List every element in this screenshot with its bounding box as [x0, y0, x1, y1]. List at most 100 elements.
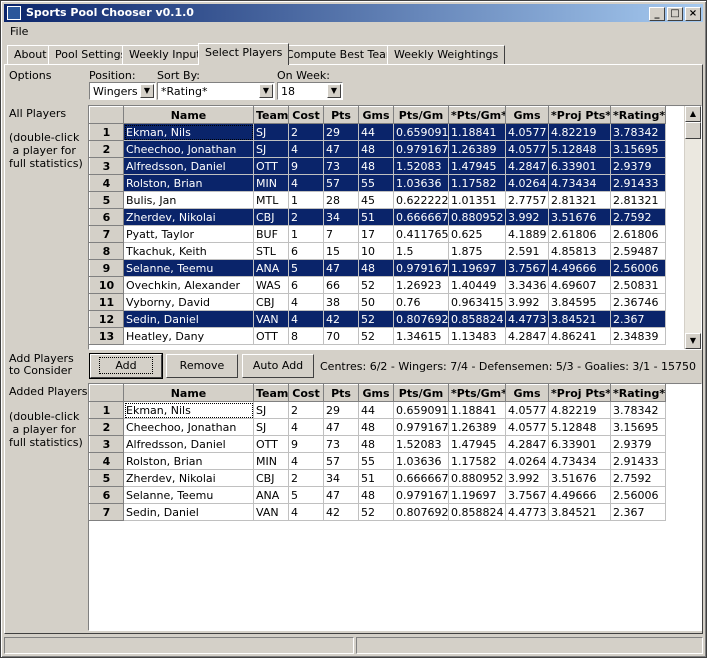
cell-adj-pts-gm[interactable]: 0.880952 [448, 469, 506, 487]
cell-name[interactable]: Sedin, Daniel [123, 503, 254, 521]
cell-proj-pts[interactable]: 3.51676 [548, 469, 611, 487]
row-number[interactable]: 9 [89, 259, 124, 277]
cell-name[interactable]: Vyborny, David [123, 293, 254, 311]
cell-pts[interactable]: 47 [323, 140, 359, 158]
cell-gms[interactable]: 48 [358, 259, 394, 277]
cell-proj-pts[interactable]: 5.12848 [548, 140, 611, 158]
cell-pts-gm[interactable]: 0.622222 [393, 191, 449, 209]
column-header-cost[interactable]: Cost [288, 106, 324, 124]
column-header-pts[interactable]: Pts [323, 106, 359, 124]
scroll-up-icon[interactable]: ▲ [685, 106, 701, 122]
row-number[interactable]: 6 [89, 486, 124, 504]
tab-weekly-input[interactable]: Weekly Input [122, 45, 208, 64]
row-number[interactable]: 8 [89, 242, 124, 260]
cell-proj-pts[interactable]: 4.73434 [548, 174, 611, 192]
tab-about[interactable]: About [7, 45, 54, 64]
column-header-rating[interactable]: *Rating* [610, 106, 666, 124]
cell-cost[interactable]: 9 [288, 435, 324, 453]
cell-name[interactable]: Pyatt, Taylor [123, 225, 254, 243]
all-players-grid[interactable]: Name Team Cost Pts Gms Pts/Gm *Pts/Gm* Gms *Proj… [88, 105, 702, 350]
cell-pts[interactable]: 34 [323, 208, 359, 226]
cell-gms[interactable]: 52 [358, 503, 394, 521]
cell-cost[interactable]: 2 [288, 208, 324, 226]
table-row[interactable]: 5 Bulis, Jan MTL 1 28 45 0.622222 1.01351 2.7757… [89, 191, 666, 209]
cell-proj-pts[interactable]: 4.49666 [548, 259, 611, 277]
cell-gms[interactable]: 51 [358, 208, 394, 226]
cell-proj-pts[interactable]: 4.82219 [548, 401, 611, 419]
row-number[interactable]: 10 [89, 276, 124, 294]
position-select[interactable]: Wingers ▼ [89, 82, 156, 100]
cell-cost[interactable]: 4 [288, 293, 324, 311]
column-header-adj-pts-gm[interactable]: *Pts/Gm* [448, 106, 506, 124]
all-players-scrollbar[interactable]: ▲ ▼ [684, 106, 701, 349]
auto-add-button[interactable]: Auto Add [242, 354, 314, 378]
cell-rating[interactable]: 2.9379 [610, 435, 666, 453]
cell-cost[interactable]: 2 [288, 123, 324, 141]
cell-gms2[interactable]: 3.3436 [505, 276, 549, 294]
cell-rating[interactable]: 2.50831 [610, 276, 666, 294]
row-number[interactable]: 6 [89, 208, 124, 226]
row-number[interactable]: 1 [89, 401, 124, 419]
cell-team[interactable]: STL [253, 242, 289, 260]
cell-cost[interactable]: 4 [288, 418, 324, 436]
table-row[interactable]: 10 Ovechkin, Alexander WAS 6 66 52 1.26923 1.40… [89, 276, 666, 294]
cell-pts-gm[interactable]: 1.03636 [393, 452, 449, 470]
cell-pts[interactable]: 57 [323, 174, 359, 192]
cell-pts[interactable]: 29 [323, 123, 359, 141]
cell-pts[interactable]: 28 [323, 191, 359, 209]
table-row[interactable]: 4 Rolston, Brian MIN 4 57 55 1.03636 1.17582 4.0… [89, 174, 666, 192]
row-number[interactable]: 3 [89, 435, 124, 453]
cell-gms[interactable]: 55 [358, 452, 394, 470]
cell-pts[interactable]: 73 [323, 435, 359, 453]
minimize-button[interactable]: _ [649, 7, 665, 21]
cell-cost[interactable]: 2 [288, 469, 324, 487]
cell-gms2[interactable]: 4.0264 [505, 452, 549, 470]
cell-rating[interactable]: 2.56006 [610, 259, 666, 277]
cell-adj-pts-gm[interactable]: 0.858824 [448, 503, 506, 521]
cell-pts[interactable]: 42 [323, 503, 359, 521]
cell-pts-gm[interactable]: 0.979167 [393, 418, 449, 436]
column-header-name[interactable]: Name [123, 384, 254, 402]
column-header-pts-gm[interactable]: Pts/Gm [393, 106, 449, 124]
column-header-gms2[interactable]: Gms [505, 106, 549, 124]
scroll-down-icon[interactable]: ▼ [685, 333, 701, 349]
cell-team[interactable]: MIN [253, 174, 289, 192]
cell-team[interactable]: ANA [253, 259, 289, 277]
cell-team[interactable]: CBJ [253, 208, 289, 226]
cell-cost[interactable]: 4 [288, 310, 324, 328]
cell-name[interactable]: Heatley, Dany [123, 327, 254, 345]
tab-pool-settings[interactable]: Pool Settings [48, 45, 134, 64]
cell-proj-pts[interactable]: 3.84595 [548, 293, 611, 311]
cell-pts-gm[interactable]: 0.807692 [393, 503, 449, 521]
cell-pts[interactable]: 73 [323, 157, 359, 175]
cell-gms2[interactable]: 3.7567 [505, 259, 549, 277]
cell-rating[interactable]: 3.78342 [610, 401, 666, 419]
row-number[interactable]: 7 [89, 503, 124, 521]
cell-gms2[interactable]: 4.2847 [505, 157, 549, 175]
cell-gms[interactable]: 44 [358, 401, 394, 419]
cell-team[interactable]: SJ [253, 401, 289, 419]
column-header-proj-pts[interactable]: *Proj Pts* [548, 106, 611, 124]
cell-gms2[interactable]: 4.0264 [505, 174, 549, 192]
cell-pts[interactable]: 38 [323, 293, 359, 311]
cell-team[interactable]: WAS [253, 276, 289, 294]
cell-pts[interactable]: 42 [323, 310, 359, 328]
row-number[interactable]: 12 [89, 310, 124, 328]
cell-name[interactable]: Cheechoo, Jonathan [123, 140, 254, 158]
cell-rating[interactable]: 2.56006 [610, 486, 666, 504]
cell-rating[interactable]: 2.7592 [610, 469, 666, 487]
cell-rating[interactable]: 3.15695 [610, 418, 666, 436]
cell-gms2[interactable]: 4.4773 [505, 310, 549, 328]
table-row[interactable]: 7 Pyatt, Taylor BUF 1 7 17 0.411765 0.625 4.1889… [89, 225, 666, 243]
cell-gms[interactable]: 48 [358, 435, 394, 453]
table-row[interactable]: 6 Selanne, Teemu ANA 5 47 48 0.979167 1.19697 3.… [89, 486, 666, 504]
cell-adj-pts-gm[interactable]: 1.26389 [448, 418, 506, 436]
scroll-thumb[interactable] [685, 122, 701, 139]
cell-name[interactable]: Ekman, Nils [123, 401, 254, 419]
cell-pts-gm[interactable]: 1.26923 [393, 276, 449, 294]
chevron-down-icon[interactable]: ▼ [259, 84, 273, 98]
cell-pts-gm[interactable]: 0.979167 [393, 140, 449, 158]
cell-pts[interactable]: 29 [323, 401, 359, 419]
row-number[interactable]: 5 [89, 469, 124, 487]
cell-gms2[interactable]: 2.591 [505, 242, 549, 260]
